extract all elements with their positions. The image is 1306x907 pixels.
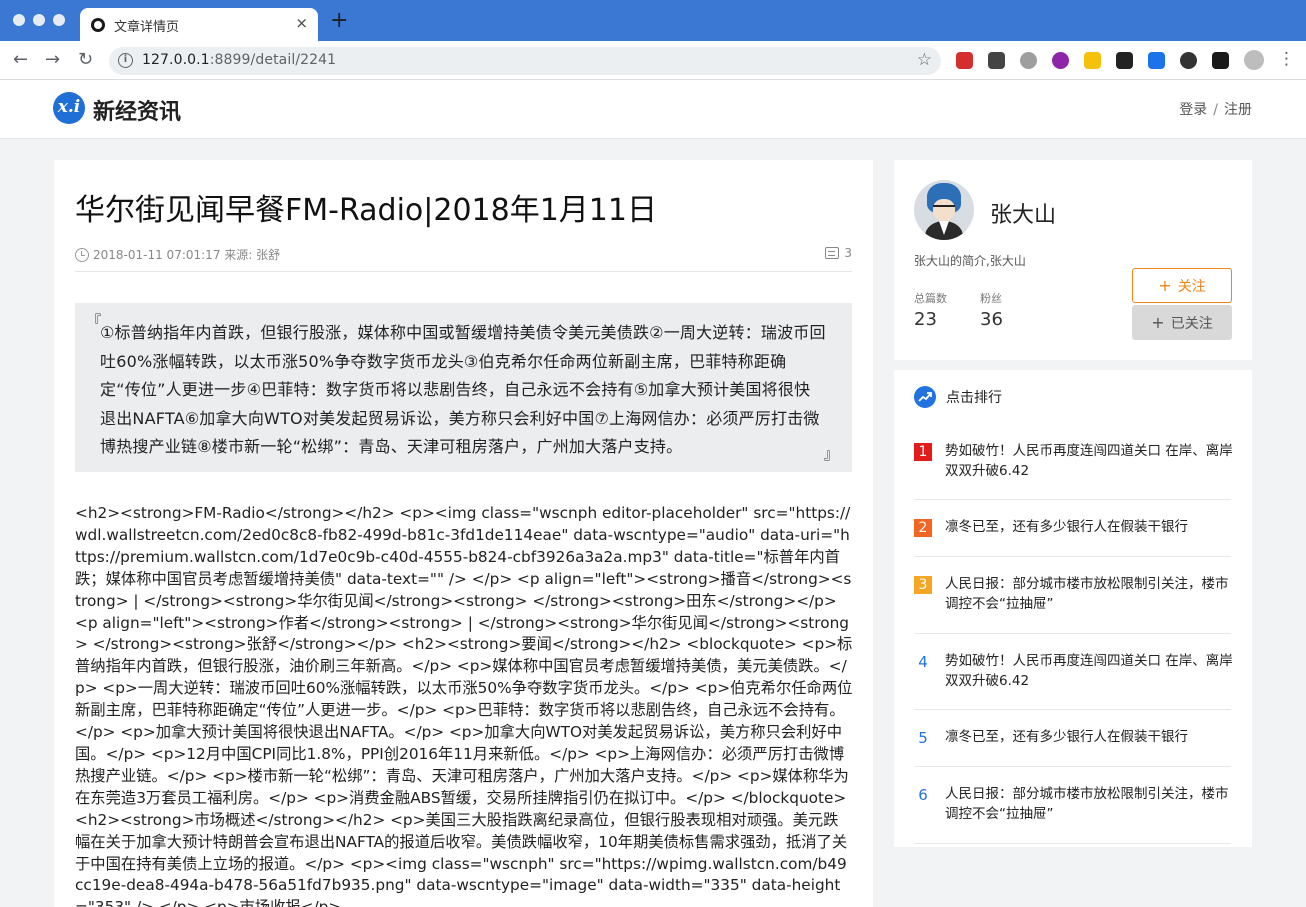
globe-icon[interactable] <box>1020 52 1037 69</box>
window-close-dot[interactable] <box>13 14 25 26</box>
ranking-item[interactable]: 1 势如破竹！人民币再度连闯四道关口 在岸、离岸双双升破6.42 <box>914 427 1233 500</box>
c-icon[interactable] <box>1180 52 1197 69</box>
bookmark-star-icon[interactable]: ☆ <box>917 50 932 70</box>
url-host: 127.0.0.1 <box>142 52 210 68</box>
plus-icon: + <box>1158 276 1172 295</box>
comment-icon <box>825 247 840 259</box>
article-title: 华尔街见闻早餐FM-Radio|2018年1月11日 <box>75 193 657 228</box>
summary-text: ①标普纳指年内首跌，但银行股涨，媒体称中国或暂缓增持美债令美元美债跌②一周大逆转… <box>100 323 826 456</box>
clock-icon <box>75 248 89 262</box>
trend-up-icon <box>914 386 936 408</box>
site-name[interactable]: 新经资讯 <box>93 94 181 126</box>
qr-icon[interactable] <box>988 52 1005 69</box>
avatar-glasses <box>933 205 955 210</box>
avatar-face <box>933 199 955 221</box>
browser-toolbar: ← → ↻ i 127.0.0.1:8899/detail/2241 ☆ ⋮ <box>0 41 1306 80</box>
browser-tab[interactable]: 文章详情页 × <box>80 8 318 41</box>
article-summary: 『 ①标普纳指年内首跌，但银行股涨，媒体称中国或暂缓增持美债令美元美债跌②一周大… <box>75 303 852 472</box>
browser-tab-bar: 文章详情页 × + <box>0 0 1306 41</box>
followed-button[interactable]: + 已关注 <box>1132 305 1232 340</box>
ranking-item[interactable]: 5 凛冬已至，还有多少银行人在假装干银行 <box>914 713 1231 767</box>
tab-favicon-icon <box>91 18 105 32</box>
site-header: x.i 新经资讯 登录 / 注册 <box>0 80 1306 139</box>
stat-articles-label: 总篇数 <box>914 292 947 305</box>
auth-links: 登录 / 注册 <box>1179 99 1252 119</box>
ranking-link[interactable]: 人民日报：部分城市楼市放松限制引关注，楼市调控不会“拉抽屉” <box>945 784 1233 824</box>
ranking-number: 3 <box>914 576 932 594</box>
site-info-icon[interactable]: i <box>118 53 133 68</box>
new-tab-button[interactable]: + <box>330 10 348 32</box>
stat-fans-value: 36 <box>980 309 1003 330</box>
article-body: <h2><strong>FM-Radio</strong></h2> <p><i… <box>75 504 853 907</box>
article-meta: 2018-01-11 07:01:17 来源: 张舒 3 <box>75 246 852 272</box>
window-maximize-dot[interactable] <box>53 14 65 26</box>
comment-count-value: 3 <box>844 246 852 260</box>
profile-icon[interactable] <box>1244 50 1264 70</box>
ranking-item[interactable]: 6 人民日报：部分城市楼市放松限制引关注，楼市调控不会“拉抽屉” <box>914 770 1231 844</box>
auth-separator: / <box>1213 102 1218 118</box>
ranking-item[interactable]: 3 人民日报：部分城市楼市放松限制引关注，楼市调控不会“拉抽屉” <box>914 560 1231 634</box>
ranking-link[interactable]: 势如破竹！人民币再度连闯四道关口 在岸、离岸双双升破6.42 <box>945 651 1233 691</box>
plus-icon: + <box>1151 313 1165 332</box>
forward-arrow-icon[interactable]: → <box>45 49 60 70</box>
followed-label: 已关注 <box>1170 316 1213 332</box>
ranking-link[interactable]: 凛冬已至，还有多少银行人在假装干银行 <box>945 517 1233 537</box>
logo-icon[interactable]: x.i <box>53 92 85 124</box>
ranking-number: 5 <box>918 729 928 747</box>
back-arrow-icon[interactable]: ← <box>13 49 28 70</box>
ranking-item[interactable]: 4 势如破竹！人民币再度连闯四道关口 在岸、离岸双双升破6.42 <box>914 637 1233 710</box>
ranking-item[interactable]: 2 凛冬已至，还有多少银行人在假装干银行 <box>914 503 1231 557</box>
x-icon[interactable] <box>1116 52 1133 69</box>
ranking-link[interactable]: 凛冬已至，还有多少银行人在假装干银行 <box>945 727 1233 747</box>
url-path: :8899/detail/2241 <box>209 52 337 68</box>
author-card: 张大山 张大山的简介,张大山 总篇数 23 粉丝 36 + 关注 + 已关注 <box>894 160 1252 360</box>
ranking-link[interactable]: 人民日报：部分城市楼市放松限制引关注，楼市调控不会“拉抽屉” <box>945 574 1233 614</box>
comment-count[interactable]: 3 <box>825 246 852 260</box>
browser-menu-icon[interactable]: ⋮ <box>1278 49 1295 69</box>
address-bar[interactable]: i 127.0.0.1:8899/detail/2241 ☆ <box>109 47 941 75</box>
author-name[interactable]: 张大山 <box>990 197 1056 229</box>
stat-fans: 粉丝 36 <box>980 290 1003 330</box>
translate-icon[interactable] <box>1148 52 1165 69</box>
ranking-header: 点击排行 <box>914 385 1232 410</box>
author-bio: 张大山的简介,张大山 <box>914 254 1026 268</box>
ranking-title: 点击排行 <box>946 390 1002 406</box>
adblock-icon[interactable] <box>956 52 973 69</box>
bolt-icon[interactable] <box>1084 52 1101 69</box>
register-link[interactable]: 注册 <box>1224 102 1252 118</box>
tab-close-icon[interactable]: × <box>295 14 308 32</box>
stat-articles: 总篇数 23 <box>914 290 947 330</box>
article-card: 华尔街见闻早餐FM-Radio|2018年1月11日 2018-01-11 07… <box>54 160 873 907</box>
quote-close: 』 <box>824 447 838 463</box>
quote-open: 『 <box>87 314 101 330</box>
ranking-number: 6 <box>918 786 928 804</box>
tab-title: 文章详情页 <box>114 20 180 35</box>
reload-icon[interactable]: ↻ <box>78 49 93 70</box>
stat-articles-value: 23 <box>914 309 937 330</box>
window-minimize-dot[interactable] <box>33 14 45 26</box>
puzzle-icon[interactable] <box>1212 52 1229 69</box>
purple-circle-icon[interactable] <box>1052 52 1069 69</box>
ranking-number: 2 <box>914 519 932 537</box>
stat-fans-label: 粉丝 <box>980 292 1002 305</box>
login-link[interactable]: 登录 <box>1179 102 1207 118</box>
article-meta-text: 2018-01-11 07:01:17 来源: 张舒 <box>93 248 281 262</box>
ranking-number: 4 <box>918 653 928 671</box>
avatar[interactable] <box>914 180 974 240</box>
ranking-card: 点击排行 1 势如破竹！人民币再度连闯四道关口 在岸、离岸双双升破6.42 2 凛冬已… <box>894 370 1252 847</box>
follow-button[interactable]: + 关注 <box>1132 268 1232 303</box>
url-text[interactable]: 127.0.0.1:8899/detail/2241 <box>142 52 336 68</box>
ranking-number: 1 <box>914 443 932 461</box>
ranking-link[interactable]: 势如破竹！人民币再度连闯四道关口 在岸、离岸双双升破6.42 <box>945 441 1233 481</box>
follow-label: 关注 <box>1177 279 1206 295</box>
